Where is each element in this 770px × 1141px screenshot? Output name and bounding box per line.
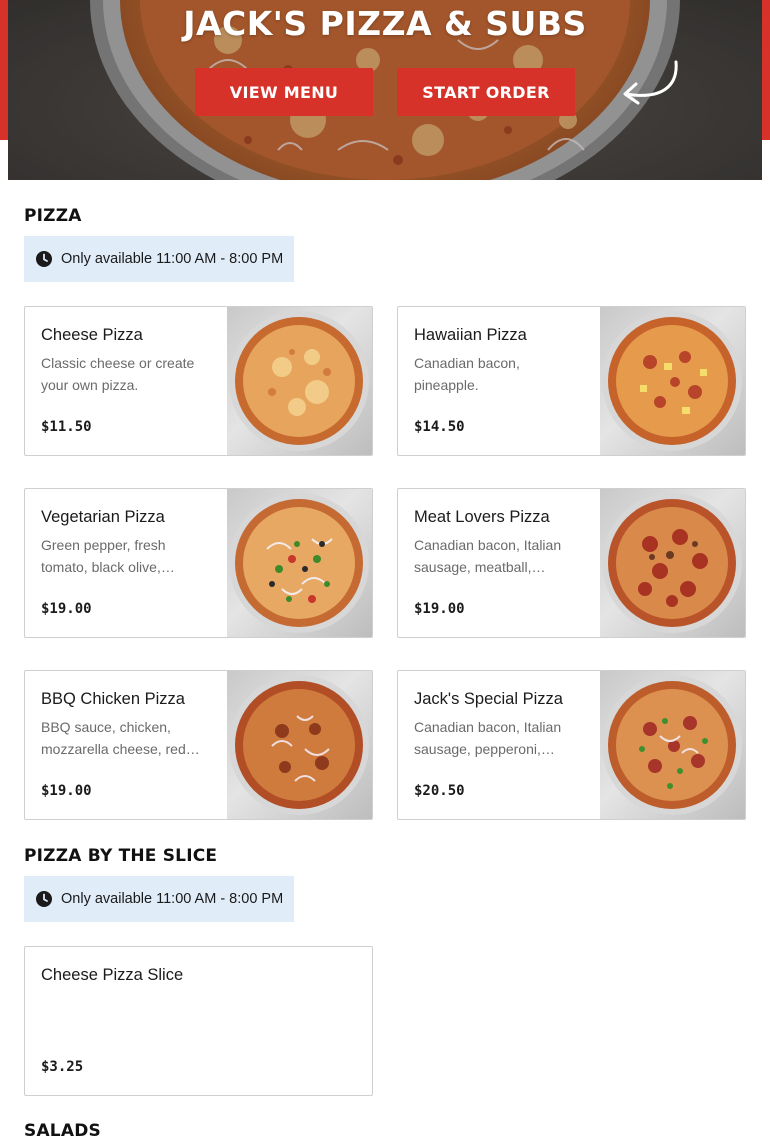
menu-item-card[interactable]: Cheese Pizza Slice $3.25 <box>24 946 373 1096</box>
curved-arrow-icon <box>623 60 678 105</box>
clock-icon <box>36 251 52 267</box>
jacks-special-pizza-image <box>600 671 745 819</box>
menu-item-name: Cheese Pizza <box>41 326 143 344</box>
menu-item-card[interactable]: BBQ Chicken Pizza BBQ sauce, chicken, mo… <box>24 670 373 820</box>
menu-item-price: $19.00 <box>41 601 92 617</box>
cheese-pizza-image <box>227 307 372 455</box>
restaurant-name: JACK'S PIZZA & SUBS <box>183 4 587 43</box>
availability-text: Only available 11:00 AM - 8:00 PM <box>61 891 284 907</box>
menu-item-card[interactable]: Cheese Pizza Classic cheese or create yo… <box>24 306 373 456</box>
menu-item-card[interactable]: Hawaiian Pizza Canadian bacon, pineapple… <box>397 306 746 456</box>
availability-notice: Only available 11:00 AM - 8:00 PM <box>24 876 294 922</box>
menu-item-price: $3.25 <box>41 1059 84 1075</box>
vegetarian-pizza-image <box>227 489 372 637</box>
menu-item-price: $11.50 <box>41 419 92 435</box>
menu-item-card[interactable]: Vegetarian Pizza Green pepper, fresh tom… <box>24 488 373 638</box>
menu-item-description: Canadian bacon, Italian sausage, peppero… <box>414 719 562 757</box>
menu-item-card[interactable]: Jack's Special Pizza Canadian bacon, Ita… <box>397 670 746 820</box>
availability-text: Only available 11:00 AM - 8:00 PM <box>61 251 284 267</box>
clock-icon <box>36 891 52 907</box>
menu-item-description: Canadian bacon, pineapple. <box>414 355 520 393</box>
menu-item-card[interactable]: Meat Lovers Pizza Canadian bacon, Italia… <box>397 488 746 638</box>
menu-item-price: $20.50 <box>414 783 465 799</box>
section-title-salads: SALADS <box>24 1121 101 1141</box>
menu-item-description: Classic cheese or create your own pizza. <box>41 355 195 393</box>
menu-item-name: BBQ Chicken Pizza <box>41 690 185 708</box>
menu-item-name: Hawaiian Pizza <box>414 326 527 344</box>
bbq-chicken-pizza-image <box>227 671 372 819</box>
hawaiian-pizza-image <box>600 307 745 455</box>
menu-item-description: Green pepper, fresh tomato, black olive,… <box>41 537 175 575</box>
menu-item-price: $19.00 <box>414 601 465 617</box>
meat-lovers-pizza-image <box>600 489 745 637</box>
menu-item-description: BBQ sauce, chicken, mozzarella cheese, r… <box>41 719 200 757</box>
menu-item-description: Canadian bacon, Italian sausage, meatbal… <box>414 537 562 575</box>
section-title-pizza: PIZZA <box>24 206 82 226</box>
menu-item-name: Jack's Special Pizza <box>414 690 563 708</box>
menu-item-name: Cheese Pizza Slice <box>41 966 184 984</box>
start-order-button[interactable]: START ORDER <box>397 68 575 116</box>
view-menu-button[interactable]: VIEW MENU <box>195 68 373 116</box>
menu-item-name: Meat Lovers Pizza <box>414 508 550 526</box>
menu-item-name: Vegetarian Pizza <box>41 508 165 526</box>
menu-item-price: $14.50 <box>414 419 465 435</box>
menu-item-price: $19.00 <box>41 783 92 799</box>
section-title-pizza-by-the-slice: PIZZA BY THE SLICE <box>24 846 218 866</box>
availability-notice: Only available 11:00 AM - 8:00 PM <box>24 236 294 282</box>
